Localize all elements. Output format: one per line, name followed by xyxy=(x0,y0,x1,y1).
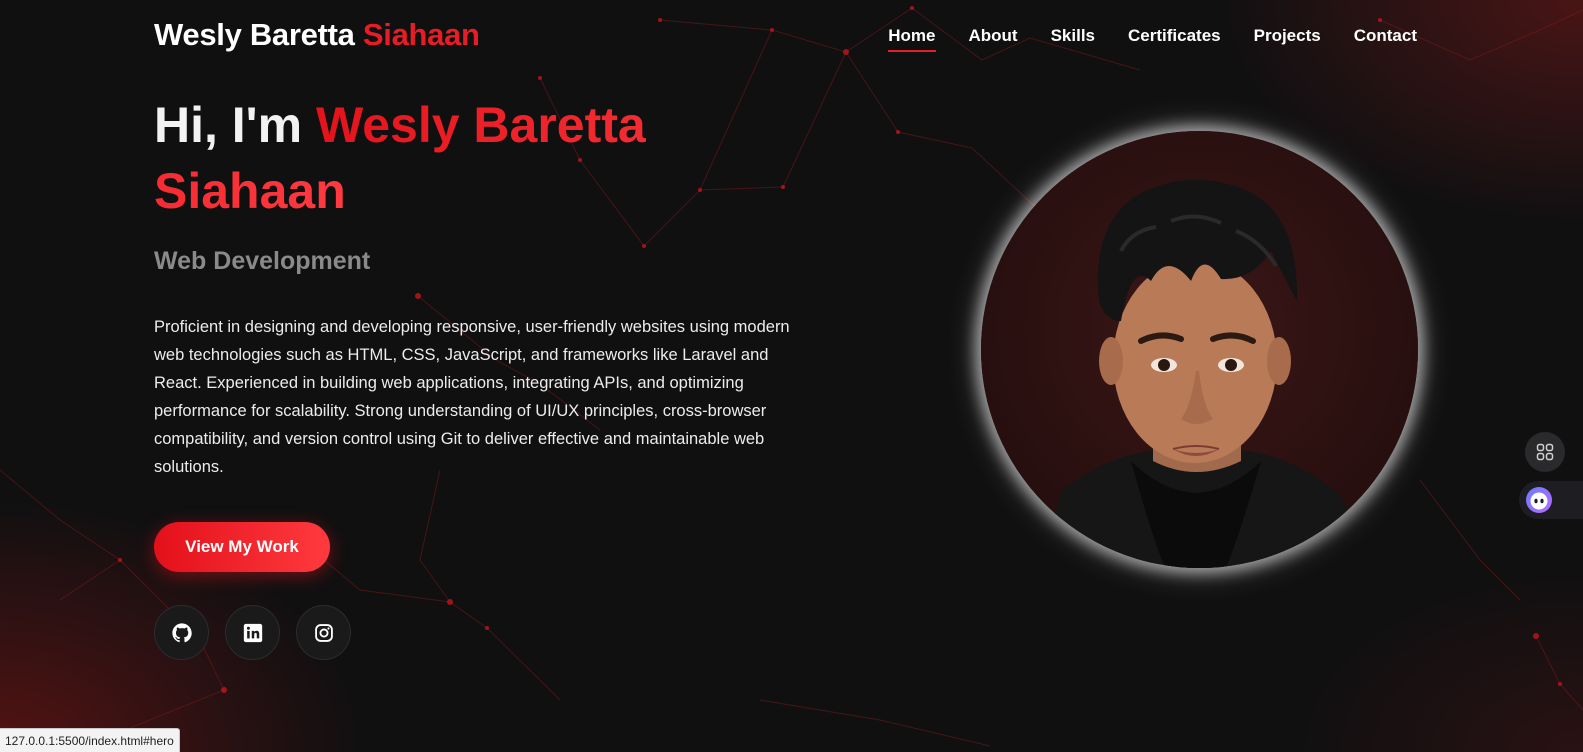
nav-certificates[interactable]: Certificates xyxy=(1128,26,1221,51)
status-bar-url: 127.0.0.1:5500/index.html#hero xyxy=(0,728,180,752)
instagram-icon xyxy=(314,623,333,642)
assistant-widget-button[interactable] xyxy=(1519,481,1583,519)
brand-logo[interactable]: Wesly Baretta Siahaan xyxy=(154,17,480,53)
nav-about[interactable]: About xyxy=(969,26,1018,51)
brand-first-name: Wesly Baretta xyxy=(154,17,355,52)
apps-widget-button[interactable] xyxy=(1525,432,1565,472)
brand-last-name: Siahaan xyxy=(362,17,480,52)
github-icon xyxy=(171,622,192,642)
main-nav: Home About Skills Certificates Projects … xyxy=(855,26,1417,52)
github-link[interactable] xyxy=(154,605,209,660)
view-my-work-button[interactable]: View My Work xyxy=(154,522,330,572)
hero-heading: Hi, I'm Wesly Baretta Siahaan xyxy=(154,92,774,224)
hero-description: Proficient in designing and developing r… xyxy=(154,318,790,476)
hero-subtitle: Web Development xyxy=(154,247,371,275)
linkedin-icon xyxy=(243,623,262,642)
social-links xyxy=(154,605,351,660)
nav-home[interactable]: Home xyxy=(888,26,936,52)
instagram-link[interactable] xyxy=(296,605,351,660)
nav-projects[interactable]: Projects xyxy=(1254,26,1321,51)
assistant-face-icon xyxy=(1526,487,1552,513)
profile-portrait-image xyxy=(1041,179,1371,568)
nav-contact[interactable]: Contact xyxy=(1354,26,1417,51)
profile-photo xyxy=(981,131,1418,568)
hero-greeting: Hi, I'm xyxy=(154,97,303,153)
nav-skills[interactable]: Skills xyxy=(1051,26,1095,51)
hero-page: Wesly Baretta Siahaan Home About Skills … xyxy=(0,0,1583,752)
apps-grid-icon xyxy=(1536,443,1554,461)
linkedin-link[interactable] xyxy=(225,605,280,660)
